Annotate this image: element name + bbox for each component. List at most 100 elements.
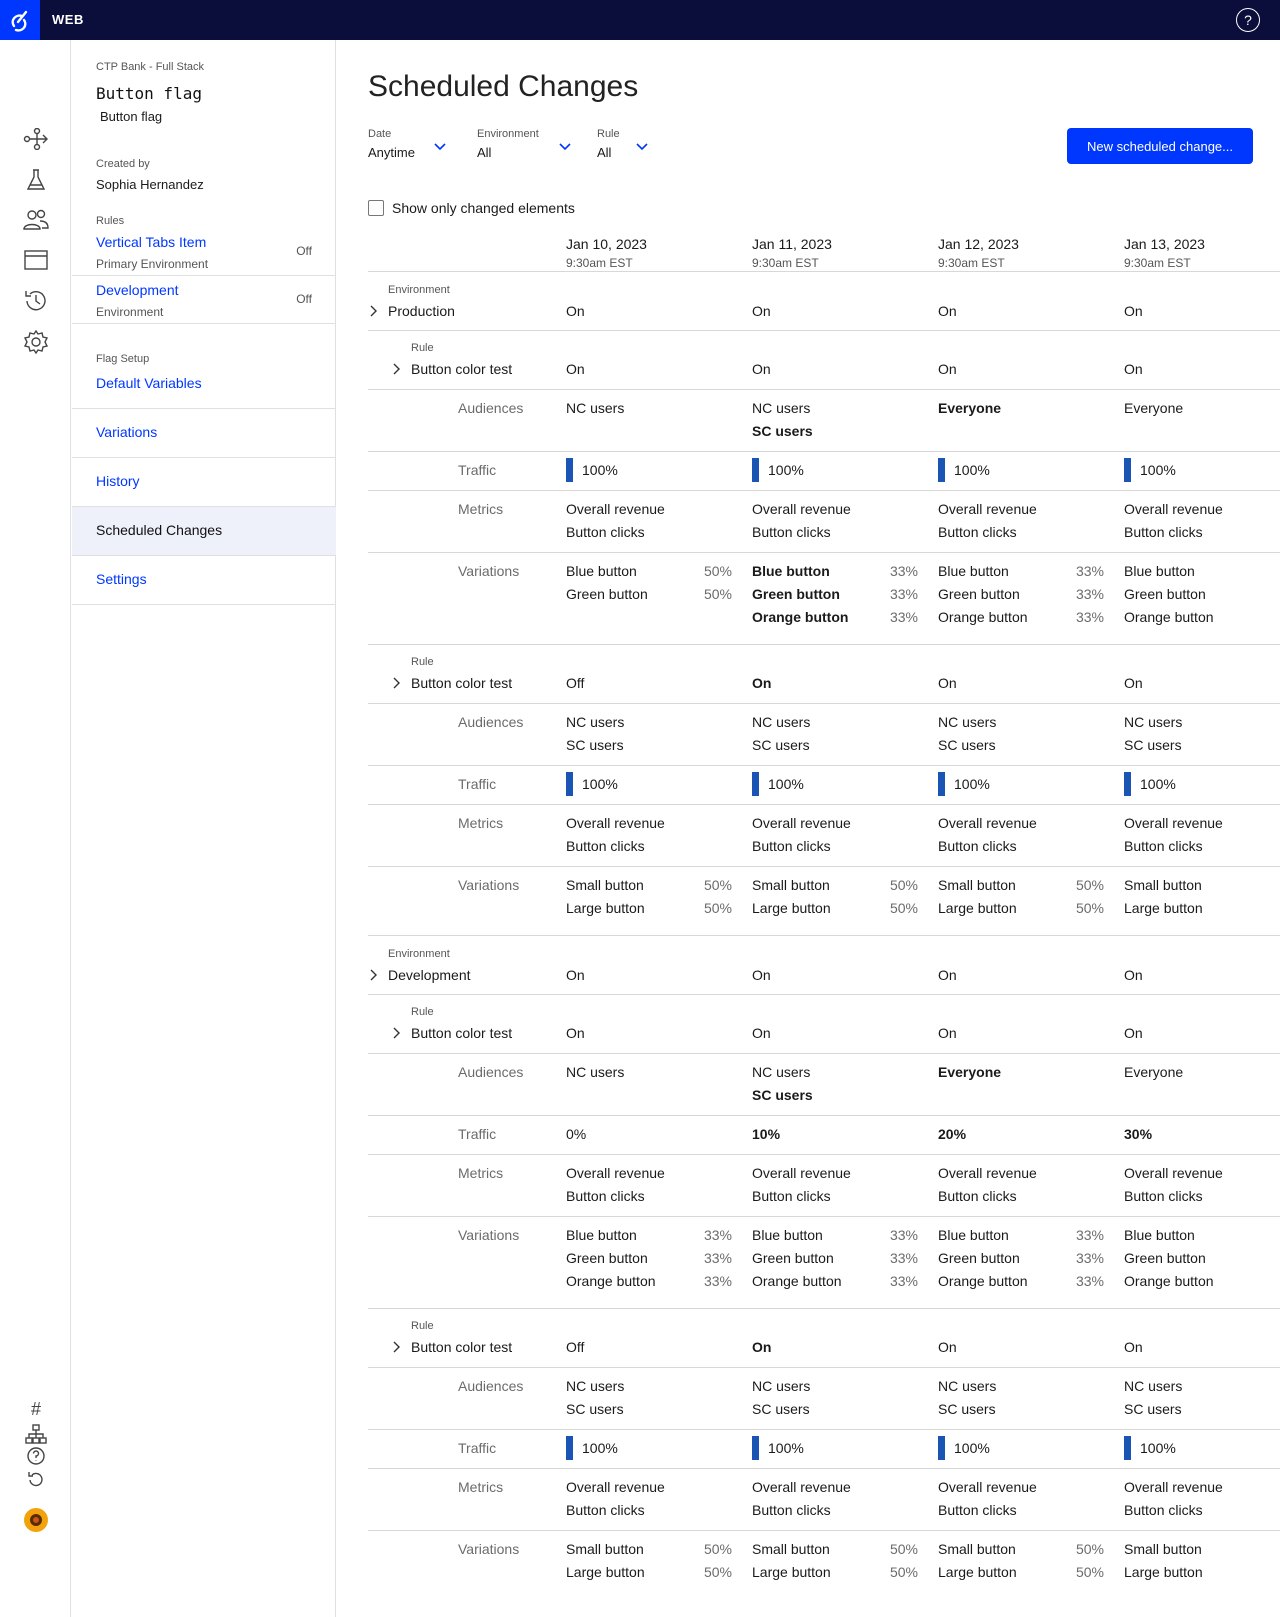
metric-value: Button clicks bbox=[752, 1188, 831, 1204]
hash-icon[interactable]: # bbox=[22, 1395, 50, 1423]
time-label: 9:30am EST bbox=[1124, 256, 1191, 270]
nav-variations[interactable]: Variations bbox=[72, 409, 336, 458]
traffic-bar bbox=[1124, 772, 1131, 796]
rule-item-name[interactable]: Development bbox=[96, 282, 179, 298]
variation-name: Orange button bbox=[1124, 609, 1214, 625]
traffic-label: Traffic bbox=[458, 1440, 497, 1456]
metric-value: Overall revenue bbox=[938, 1165, 1037, 1181]
rule-label: Rule bbox=[411, 1320, 434, 1332]
help-icon[interactable]: ? bbox=[1236, 8, 1260, 32]
history-icon[interactable] bbox=[22, 287, 50, 315]
rule-label: Rule bbox=[411, 1006, 434, 1018]
chevron-down-icon[interactable] bbox=[434, 140, 446, 152]
row-divider bbox=[368, 1053, 1280, 1054]
app-logo-icon[interactable] bbox=[0, 0, 40, 40]
variations-label: Variations bbox=[458, 1541, 520, 1557]
checkbox[interactable] bbox=[368, 200, 384, 216]
flag-name: Button flag bbox=[100, 109, 163, 124]
traffic-value: 100% bbox=[1140, 1440, 1176, 1456]
audience-value: SC users bbox=[566, 737, 624, 753]
traffic-bar bbox=[938, 772, 945, 796]
filter-value[interactable]: All bbox=[597, 145, 657, 160]
rule-status: On bbox=[752, 675, 772, 691]
new-scheduled-change-button[interactable]: New scheduled change... bbox=[1067, 128, 1253, 164]
chevron-down-icon[interactable] bbox=[636, 140, 648, 152]
audience-value: SC users bbox=[1124, 737, 1182, 753]
variation-name: Large button bbox=[752, 1564, 831, 1580]
settings-gear-icon[interactable] bbox=[22, 328, 50, 356]
metric-value: Overall revenue bbox=[1124, 501, 1223, 517]
row-divider bbox=[368, 1115, 1280, 1116]
row-divider bbox=[368, 765, 1280, 766]
audiences-icon[interactable] bbox=[22, 206, 50, 234]
rule-item-name[interactable]: Vertical Tabs Item bbox=[96, 234, 206, 250]
undo-icon[interactable] bbox=[22, 1466, 50, 1494]
flags-icon[interactable] bbox=[22, 125, 50, 153]
rule-status: On bbox=[1124, 675, 1143, 691]
chevron-right-icon[interactable] bbox=[368, 304, 378, 318]
created-by-label: Created by bbox=[96, 158, 150, 170]
row-divider bbox=[368, 1367, 1280, 1368]
user-avatar[interactable] bbox=[22, 1506, 50, 1534]
date-column-header: Jan 10, 2023 9:30am EST bbox=[566, 236, 647, 270]
metric-value: Button clicks bbox=[566, 1502, 645, 1518]
icon-rail: # bbox=[0, 40, 71, 1617]
time-label: 9:30am EST bbox=[566, 256, 633, 270]
traffic-label: Traffic bbox=[458, 776, 497, 792]
audience-value: NC users bbox=[566, 1378, 625, 1394]
nav-default-variables[interactable]: Default Variables bbox=[72, 360, 336, 409]
audiences-label: Audiences bbox=[458, 1064, 524, 1080]
show-changed-toggle[interactable]: Show only changed elements bbox=[368, 200, 575, 216]
filter-environment[interactable]: Environment All bbox=[477, 128, 577, 160]
variation-percent: 50% bbox=[1075, 1564, 1104, 1580]
variation-name: Orange button bbox=[938, 609, 1028, 625]
rule-status: On bbox=[938, 361, 957, 377]
rule-label: Rule bbox=[411, 656, 434, 668]
metric-value: Button clicks bbox=[566, 838, 645, 854]
traffic-value: 100% bbox=[768, 462, 804, 478]
chevron-down-icon[interactable] bbox=[559, 140, 571, 152]
audience-value: NC users bbox=[752, 1378, 811, 1394]
chevron-right-icon[interactable] bbox=[391, 676, 401, 690]
chevron-right-icon[interactable] bbox=[391, 1340, 401, 1354]
rule-item-env: Environment bbox=[96, 305, 164, 319]
chevron-right-icon[interactable] bbox=[368, 968, 378, 982]
metrics-label: Metrics bbox=[458, 1165, 504, 1181]
audiences-label: Audiences bbox=[458, 1378, 524, 1394]
chevron-right-icon[interactable] bbox=[391, 1026, 401, 1040]
experiments-flask-icon[interactable] bbox=[22, 166, 50, 194]
rule-status: On bbox=[566, 1025, 585, 1041]
rule-status: On bbox=[938, 1339, 957, 1355]
variation-percent: 33% bbox=[889, 563, 918, 579]
filter-date[interactable]: Date Anytime bbox=[368, 128, 453, 160]
audience-value: NC users bbox=[752, 714, 811, 730]
chevron-right-icon[interactable] bbox=[391, 362, 401, 376]
date-column-header: Jan 11, 2023 9:30am EST bbox=[752, 236, 832, 270]
metric-value: Button clicks bbox=[752, 838, 831, 854]
rule-name: Button color test bbox=[411, 1025, 513, 1041]
rules-label: Rules bbox=[96, 215, 125, 227]
window-icon[interactable] bbox=[22, 246, 50, 274]
environment-status: On bbox=[566, 303, 585, 319]
variation-name: Green button bbox=[752, 586, 840, 602]
variation-percent: 50% bbox=[703, 1564, 732, 1580]
nav-scheduled-changes[interactable]: Scheduled Changes bbox=[72, 507, 336, 556]
variation-percent: 50% bbox=[889, 900, 918, 916]
variation-percent: 33% bbox=[703, 1250, 732, 1266]
rule-item-vertical-tabs[interactable]: Vertical Tabs Item Primary Environment O… bbox=[72, 228, 336, 276]
nav-history[interactable]: History bbox=[72, 458, 336, 507]
rule-item-development[interactable]: Development Environment Off bbox=[72, 276, 336, 324]
nav-settings[interactable]: Settings bbox=[72, 556, 336, 605]
variation-percent: 33% bbox=[1075, 609, 1104, 625]
environment-label: Environment bbox=[388, 948, 450, 960]
variation-name: Large button bbox=[1124, 1564, 1203, 1580]
filter-rule[interactable]: Rule All bbox=[597, 128, 657, 160]
metric-value: Overall revenue bbox=[752, 501, 851, 517]
audience-value: NC users bbox=[566, 1064, 625, 1080]
traffic-value: 100% bbox=[1140, 776, 1176, 792]
traffic-bar bbox=[938, 458, 945, 482]
row-divider bbox=[368, 490, 1280, 491]
metric-value: Button clicks bbox=[752, 524, 831, 540]
metric-value: Button clicks bbox=[566, 1188, 645, 1204]
row-divider bbox=[368, 451, 1280, 452]
